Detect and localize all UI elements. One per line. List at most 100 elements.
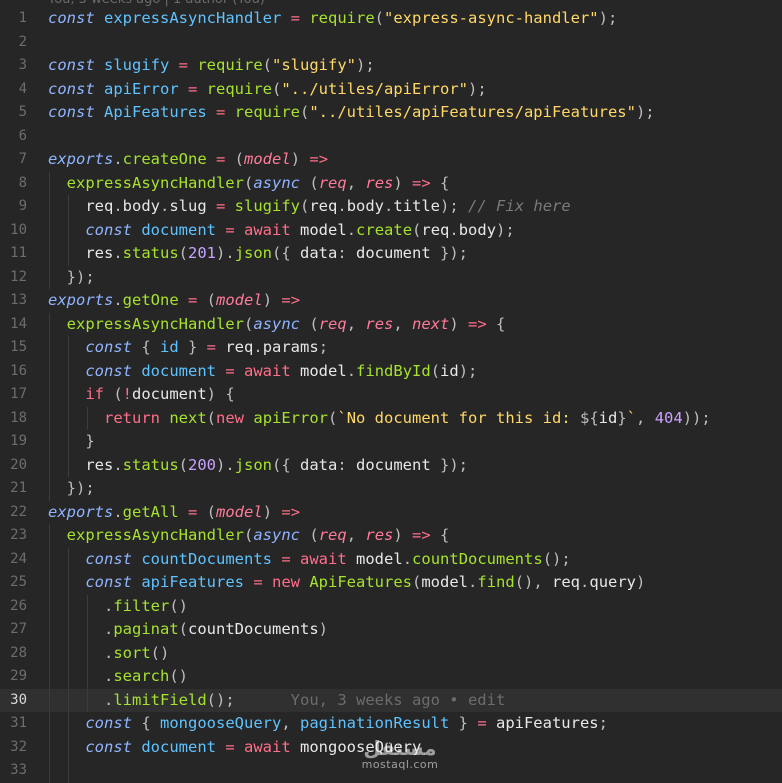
code-line[interactable]: 27 .paginat(countDocuments) [0,618,782,642]
code-token: () [169,596,189,615]
code-token: ( [262,56,273,74]
code-line[interactable]: 10 const document = await model.create(r… [0,219,782,243]
code-token: ) [636,573,646,591]
code-line[interactable]: 28 .sort() [0,642,782,666]
code-token: . [104,690,114,709]
line-code: const document = await model.create(req.… [48,219,515,243]
code-line[interactable]: 14 expressAsyncHandler(async (req, res, … [0,313,782,337]
code-line[interactable]: 20 res.status(200).json({ data: document… [0,454,782,478]
code-line[interactable]: 3 const slugify = require("slugify"); [0,54,782,78]
line-number: 18 [10,409,27,426]
code-token: id [440,361,459,380]
line-number: 3 [18,57,27,73]
code-token: ); [496,220,515,239]
code-line[interactable]: 19 } [0,430,782,454]
line-code: exports.createOne = (model) => [48,148,328,172]
line-number: 26 [10,597,27,614]
indent-guide [87,406,88,430]
code-token: async [253,314,300,333]
code-line[interactable]: 21 }); [0,477,782,501]
code-token: apiFeatures [495,714,599,732]
code-line[interactable]: 22 exports.getAll = (model) => [0,501,782,525]
inline-blame: You, 3 weeks ago • edit [234,690,506,709]
line-code: const apiError = require("../utiles/apiE… [48,78,487,102]
code-token: countDocuments [141,549,272,568]
code-token: next [169,408,207,427]
code-token: const [85,737,132,756]
line-code: const { id } = req.params; [48,336,328,360]
code-token: res [85,455,114,474]
code-token: expressAsyncHandler [104,9,282,27]
code-line[interactable]: 16 const document = await model.findById… [0,360,782,384]
code-token: const [85,549,132,568]
code-token: res [365,173,394,192]
code-token: ) { [206,385,235,403]
code-line[interactable]: 18 return next(new apiError(`No document… [0,407,782,431]
code-token: ); [440,197,459,215]
code-line[interactable]: 9 req.body.slug = slugify(req.body.title… [0,195,782,219]
code-editor[interactable]: You, 3 weeks ago | 1 author (You) 1const… [0,0,782,783]
code-token: }); [66,267,95,286]
code-token: exports [48,502,114,521]
code-token: , [346,173,366,192]
code-token: const [48,103,95,121]
code-line[interactable]: 1 const expressAsyncHandler = require("ex… [0,7,782,31]
code-token: = [281,9,310,27]
code-token: => [272,291,301,309]
code-token: expressAsyncHandler [66,526,244,544]
code-token: = [178,79,207,98]
code-token: req [552,573,581,591]
code-token: const [85,361,132,380]
code-line[interactable]: 12 }); [0,266,782,290]
code-token: ( [328,408,338,427]
code-line[interactable]: 23 expressAsyncHandler(async (req, res) … [0,524,782,548]
code-line[interactable]: 6 [0,125,782,149]
line-code: expressAsyncHandler(async (req, res) => … [48,172,450,196]
code-token: model [356,549,403,568]
code-line[interactable]: 7 exports.createOne = (model) => [0,148,782,172]
code-token: = [272,549,300,568]
code-line[interactable]: 15 const { id } = req.params; [0,336,782,360]
line-code: const expressAsyncHandler = require("exp… [48,7,617,31]
code-token: id [598,408,618,427]
code-token: () [150,643,170,662]
code-line[interactable]: 8 expressAsyncHandler(async (req, res) =… [0,172,782,196]
code-token: ( [300,197,310,215]
code-token: ( [309,173,319,192]
code-line[interactable]: 30 .limitField(); You, 3 weeks ago • edi… [0,688,782,712]
code-token: => [402,173,441,192]
code-line[interactable]: 11 res.status(201).json({ data: document… [0,242,782,266]
code-line[interactable]: 13 exports.getOne = (model) => [0,289,782,313]
code-token: filter [113,596,170,615]
code-token: new [216,408,245,427]
code-token: ); [356,56,375,74]
code-token: req [421,220,450,239]
code-token: ! [122,385,133,403]
code-line[interactable]: 17 if (!document) { [0,383,782,407]
code-line[interactable]: 31 const { mongooseQuery, paginationResu… [0,712,782,736]
line-number: 4 [18,80,27,97]
code-line[interactable]: 2 [0,31,782,55]
code-token: = [216,737,244,756]
code-line[interactable]: 29 .search() [0,665,782,689]
watermark-logo: مستقل mostaql.com [355,738,445,774]
line-code: const apiFeatures = new ApiFeatures(mode… [48,571,645,595]
code-token: status [122,244,179,262]
code-line[interactable]: 25 const apiFeatures = new ApiFeatures(m… [0,571,782,595]
code-token: require [309,9,375,27]
code-token: ` [626,408,637,427]
line-number: 31 [10,715,27,731]
code-line[interactable]: 26 .filter() [0,595,782,619]
code-line[interactable]: 24 const countDocuments = await model.co… [0,548,782,572]
code-line[interactable]: 4 const apiError = require("../utiles/api… [0,78,782,102]
code-line[interactable]: 5 const ApiFeatures = require("../utiles/… [0,101,782,125]
code-token: = [216,361,244,380]
